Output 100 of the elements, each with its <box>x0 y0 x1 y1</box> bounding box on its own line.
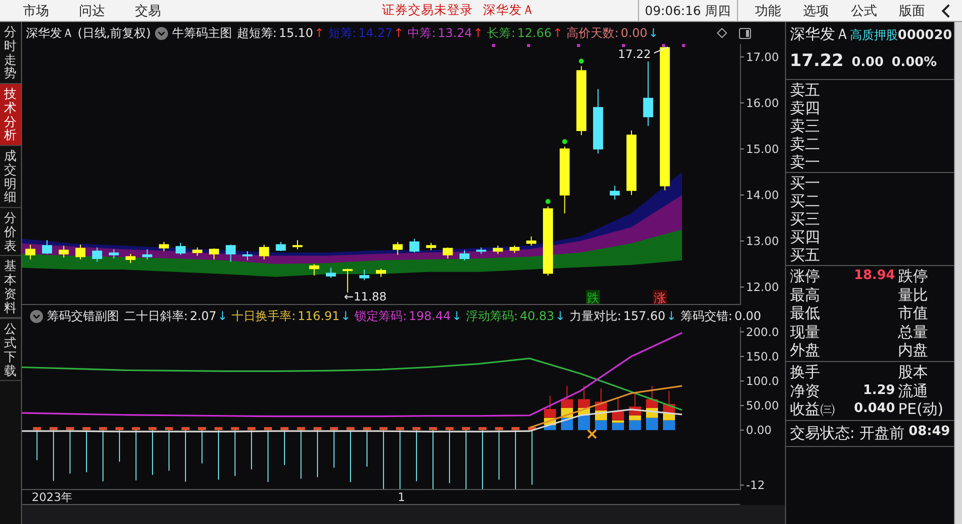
indicator-name[interactable]: 牛筹码主图 <box>172 24 232 42</box>
candlestick <box>92 246 102 262</box>
reading-value: 116.91 <box>298 309 340 323</box>
indicator-name[interactable]: 筹码交错副图 <box>46 308 119 324</box>
side-tab[interactable]: 成交明细 <box>0 146 20 208</box>
side-tab[interactable]: 公式下载 <box>0 318 20 382</box>
trend-arrow: ↑ <box>394 26 404 40</box>
signal-dot <box>562 139 567 144</box>
stat-label: 涨停 <box>790 267 821 286</box>
last-price: 17.22 <box>790 51 844 71</box>
reading-value: 15.10 <box>278 26 314 40</box>
candlestick <box>258 244 269 260</box>
stat-label: 外盘 <box>790 341 821 360</box>
candlestick <box>125 253 136 264</box>
candlestick <box>559 146 570 214</box>
candlestick <box>542 206 553 276</box>
order-book-label: 卖三 <box>790 117 821 135</box>
menu-item[interactable]: 选项 <box>792 2 840 20</box>
price-change: 0.00 <box>852 55 884 70</box>
reading-value: 13.24 <box>438 26 472 40</box>
candlestick <box>309 264 319 276</box>
candlestick <box>392 241 402 256</box>
stat-label: 收益㈢ <box>790 400 836 419</box>
menu-item[interactable]: 市场 <box>12 2 60 20</box>
axis-label: 12.00 <box>746 280 779 294</box>
reading-label: 十日换手率: <box>232 308 296 324</box>
stat-label: 总量 <box>898 322 930 342</box>
stat-value: 18.94 <box>854 267 896 285</box>
side-tab[interactable]: 分价表 <box>0 208 20 256</box>
axis-label: 0.00 <box>746 423 772 438</box>
candlestick <box>326 267 336 278</box>
candlestick <box>409 238 420 254</box>
reading-label: 长筹: <box>487 24 516 42</box>
back-icon[interactable] <box>940 4 952 18</box>
signal-marker: 涨 <box>652 290 667 305</box>
stock-code: 000020 <box>898 28 952 43</box>
candlestick <box>292 240 302 250</box>
trade-status: 交易状态: 开盘前 <box>790 424 905 443</box>
signal-marker: 跌 <box>586 290 600 305</box>
chart-title: 深华发Ａ (日线,前复权) <box>26 24 151 42</box>
candlestick <box>492 245 503 254</box>
candlestick <box>25 244 36 260</box>
candlestick <box>342 268 352 294</box>
order-book-label: 买一 <box>790 174 821 192</box>
dropdown-icon[interactable] <box>154 26 168 40</box>
candlestick <box>58 245 69 258</box>
trend-arrow: ↓ <box>218 309 228 323</box>
stat-label: 净资 <box>790 382 821 400</box>
menu-item[interactable]: 公式 <box>840 2 888 20</box>
diamond-icon[interactable] <box>716 28 727 38</box>
reading-label: 超短筹: <box>236 24 277 42</box>
stock-tag: 高质押股 <box>850 27 898 44</box>
stat-label: 最低 <box>790 304 821 323</box>
reading-label: 短筹: <box>328 24 356 42</box>
menu-item[interactable]: 功能 <box>744 2 792 20</box>
order-book-label: 卖二 <box>790 135 821 153</box>
order-book-label: 买三 <box>790 210 821 228</box>
menu-item[interactable]: 交易 <box>124 2 172 20</box>
dropdown-icon[interactable] <box>30 310 43 322</box>
reading-value: 14.27 <box>358 26 393 40</box>
stat-label: 最高 <box>790 286 821 304</box>
candlestick <box>459 250 470 261</box>
axis-label: 100.0 <box>746 374 779 388</box>
change-percent: 0.00% <box>892 55 937 70</box>
reading-value: 198.44 <box>408 309 451 323</box>
side-tab[interactable]: 技术分析 <box>0 84 20 146</box>
reading-value: 40.83 <box>520 309 554 323</box>
trend-arrow: ↑ <box>473 26 484 40</box>
trend-arrow: ↓ <box>666 309 676 323</box>
order-book-label: 买五 <box>790 246 821 264</box>
candlestick <box>359 269 370 281</box>
stock-name: 深华发Ａ <box>483 2 535 19</box>
candlestick <box>42 240 52 254</box>
notice-text: 证券交易未登录 <box>382 2 473 19</box>
window-icon[interactable] <box>738 28 751 38</box>
stat-label: 股本 <box>898 362 930 382</box>
axis-label: 14.00 <box>746 188 779 202</box>
menu-item[interactable]: 版面 <box>888 2 936 20</box>
axis-label: 16.00 <box>746 96 779 110</box>
candlestick <box>276 241 286 252</box>
scrollbar[interactable] <box>954 22 962 524</box>
side-tab[interactable]: 基本资料 <box>0 256 20 318</box>
low-price-label: ←11.88 <box>344 290 386 304</box>
reading-label: 二十日斜率: <box>124 308 188 324</box>
date-axis-label: 2023年 <box>32 490 74 504</box>
candlestick <box>626 130 636 196</box>
stat-label: PE(动) <box>898 400 944 419</box>
order-book-label: 卖五 <box>790 81 821 99</box>
trend-arrow: ↓ <box>340 309 351 323</box>
order-book-label: 买二 <box>790 192 821 210</box>
reading-label: 锁定筹码: <box>354 308 407 324</box>
reading-label: 浮动筹码: <box>466 308 518 324</box>
date-axis-label: 1 <box>398 490 406 504</box>
reading-value: 0.00 <box>620 26 648 40</box>
stat-label: 量比 <box>898 286 930 304</box>
candlestick <box>108 248 119 259</box>
menu-item[interactable]: 问达 <box>68 2 116 20</box>
reading-label: 筹码交错: <box>680 308 732 324</box>
candlestick <box>526 236 536 246</box>
candlestick <box>142 248 152 260</box>
